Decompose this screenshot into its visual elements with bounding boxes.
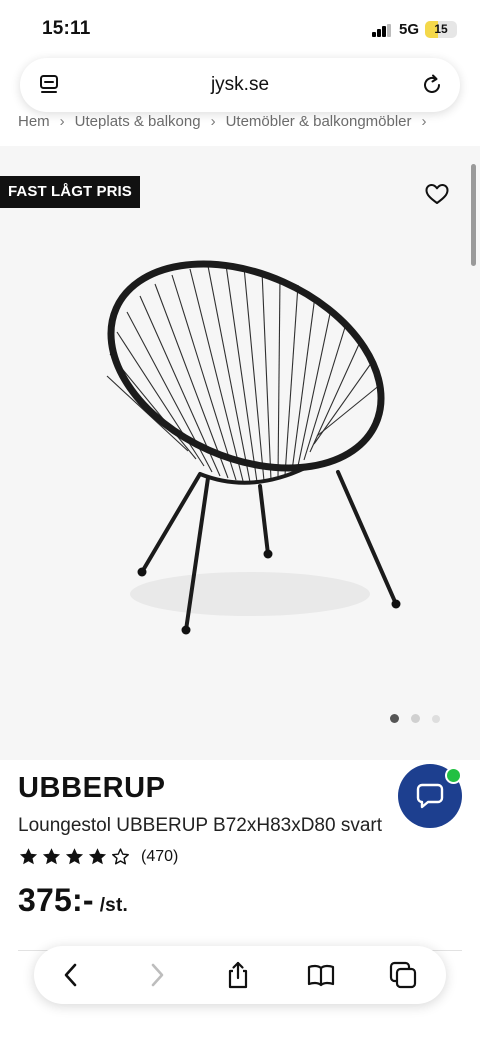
tabs-overview-icon — [389, 961, 417, 989]
chevron-right-icon: › — [59, 112, 65, 130]
share-button[interactable] — [223, 960, 253, 990]
battery-icon: 15 — [425, 21, 457, 38]
forward-button[interactable] — [142, 960, 172, 990]
price-badge: FAST LÅGT PRIS — [0, 176, 140, 208]
battery-level: 15 — [434, 22, 448, 36]
forward-icon — [151, 963, 164, 987]
gallery-pagination[interactable] — [390, 714, 440, 723]
breadcrumb: Hem › Uteplats & balkong › Utemöbler & b… — [18, 110, 437, 132]
breadcrumb-outdoor-furniture[interactable]: Utemöbler & balkongmöbler — [226, 113, 412, 130]
back-button[interactable] — [56, 960, 86, 990]
star-full-icon — [42, 848, 61, 865]
product-brand: UBBERUP — [18, 772, 166, 804]
star-full-icon — [19, 848, 38, 865]
pagination-dot[interactable] — [390, 714, 399, 723]
home-area — [0, 1012, 480, 1039]
pagination-dot[interactable] — [432, 715, 440, 723]
online-indicator — [445, 767, 462, 784]
browser-toolbar — [34, 946, 446, 1004]
chevron-right-icon: › — [421, 112, 427, 130]
breadcrumb-home[interactable]: Hem — [18, 113, 50, 130]
star-full-icon — [88, 848, 107, 865]
reload-icon[interactable] — [418, 71, 446, 99]
chat-icon — [416, 783, 444, 809]
star-full-icon — [65, 848, 84, 865]
price-unit: /st. — [99, 895, 128, 916]
chat-button[interactable] — [398, 764, 462, 828]
share-icon — [228, 961, 248, 989]
pagination-dot[interactable] — [411, 714, 420, 723]
review-count[interactable]: (470) — [141, 848, 178, 866]
star-empty-icon — [112, 848, 129, 865]
bookmarks-button[interactable] — [306, 960, 336, 990]
tabs-overview-button[interactable] — [388, 960, 418, 990]
back-icon — [64, 963, 77, 987]
product-gallery[interactable]: FAST LÅGT PRIS — [0, 146, 480, 760]
status-bar: 15:11 5G 15 — [0, 0, 480, 58]
product-description: Loungestol UBBERUP B72xH83xD80 svart — [18, 815, 383, 836]
product-image — [106, 260, 401, 635]
price: 375:-/st. — [18, 882, 128, 919]
url-text[interactable]: jysk.se — [20, 74, 460, 96]
chevron-right-icon: › — [210, 112, 216, 130]
address-bar[interactable]: jysk.se — [20, 58, 460, 112]
network-type: 5G — [399, 21, 420, 38]
rating[interactable]: (470) — [18, 846, 178, 867]
heart-icon[interactable] — [424, 182, 450, 206]
signal-icon — [372, 24, 392, 37]
bookmarks-icon — [307, 964, 335, 987]
scroll-indicator — [471, 164, 476, 266]
price-value: 375:- — [18, 882, 94, 918]
status-time: 15:11 — [42, 18, 91, 39]
breadcrumb-patio[interactable]: Uteplats & balkong — [75, 113, 201, 130]
